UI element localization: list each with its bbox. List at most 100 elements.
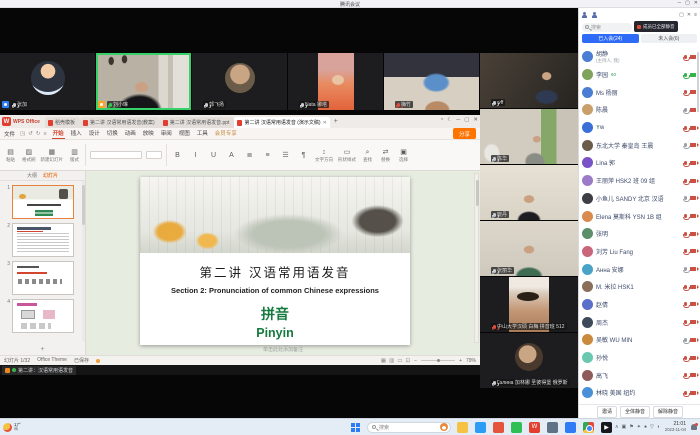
camera-status-icon[interactable] — [690, 356, 696, 360]
participant-row[interactable]: 张明 — [579, 225, 700, 243]
camera-status-icon[interactable] — [690, 55, 696, 59]
taskbar-app-icon[interactable] — [457, 422, 468, 433]
ribbon-tab[interactable]: 动画 — [124, 128, 137, 139]
participant-row[interactable]: 周杰 — [579, 313, 700, 331]
ribbon-button[interactable]: ▥版式 — [68, 148, 81, 163]
taskbar-app-icon[interactable] — [565, 422, 576, 433]
ribbon-button[interactable]: ≡ — [261, 148, 274, 163]
panel-tab[interactable]: 已入会(24) — [582, 34, 639, 43]
panel-tab[interactable]: 未入会(6) — [641, 34, 698, 43]
participant-row[interactable]: 王丽萍 HSK2 班 09 组 — [579, 172, 700, 190]
camera-status-icon[interactable] — [690, 143, 696, 147]
ribbon-button[interactable]: ≣ — [243, 148, 256, 163]
participant-row[interactable]: Анна 安娜 — [579, 260, 700, 278]
video-tile[interactable]: 张加 — [0, 53, 95, 110]
mic-status-icon[interactable] — [684, 267, 687, 271]
participant-scrollbar[interactable] — [697, 52, 699, 112]
ribbon-tab[interactable]: 工具 — [196, 128, 209, 139]
quick-access-icon[interactable]: ↻ — [36, 131, 41, 137]
mic-status-icon[interactable] — [684, 179, 687, 183]
wps-window-control[interactable]: ─ — [456, 117, 460, 123]
mic-status-icon[interactable] — [684, 356, 687, 360]
slides-tab[interactable]: 幻灯片 — [43, 172, 58, 179]
camera-status-icon[interactable] — [690, 179, 696, 183]
video-tile[interactable]: 郭飞扬 — [192, 53, 287, 110]
view-mode-icon[interactable]: ▭ — [397, 358, 402, 364]
taskbar-app-icon[interactable] — [511, 422, 522, 433]
wps-window-control[interactable]: ✕ — [473, 117, 478, 123]
minimize-button[interactable]: ─ — [678, 0, 682, 6]
ribbon-button[interactable]: ⌕查找 — [361, 148, 374, 163]
panel-header-control[interactable]: ≡ — [694, 12, 697, 18]
slide-thumbnail-row[interactable]: 4 — [2, 299, 83, 333]
tray-icon[interactable]: ▣ — [622, 424, 627, 430]
video-tile[interactable]: 刘小琳 — [96, 53, 191, 110]
new-tab-button[interactable]: + — [334, 118, 338, 125]
participant-row[interactable]: 小鱼儿 SANDY 北京 汉语 — [579, 190, 700, 208]
taskbar-search-input[interactable]: 搜索 — [367, 422, 451, 433]
ribbon-tab[interactable]: 视图 — [178, 128, 191, 139]
wps-window-control[interactable]: ◔ — [440, 117, 443, 123]
ribbon-tab[interactable]: 审阅 — [160, 128, 173, 139]
taskbar-app-icon[interactable] — [583, 422, 594, 433]
participant-row[interactable]: 胡静 (主持人, 我) — [579, 48, 700, 66]
panel-footer-button[interactable]: 解除静音 — [653, 406, 683, 418]
slide-thumbnail[interactable] — [12, 185, 74, 219]
slide-thumbnail-row[interactable]: 1 — [2, 185, 83, 219]
mic-status-icon[interactable] — [684, 143, 687, 147]
taskbar-app-icon[interactable] — [547, 422, 558, 433]
mic-status-icon[interactable] — [684, 73, 687, 77]
ribbon-button[interactable]: ▣选择 — [397, 148, 410, 163]
participant-search-input[interactable]: 搜索 — [582, 23, 632, 32]
video-tile[interactable]: 张丽华 — [480, 221, 578, 276]
video-tile[interactable]: 陈华 — [480, 109, 578, 164]
participant-row[interactable]: Yw — [579, 119, 700, 137]
video-tile[interactable]: wff — [480, 53, 578, 108]
document-tab[interactable]: 第二讲 汉语常用语发音(教案) — [80, 117, 160, 128]
participant-row[interactable]: Elena 莫斯科 YSN 1B 组 — [579, 207, 700, 225]
mic-status-icon[interactable] — [684, 285, 687, 289]
participant-row[interactable]: 高飞 — [579, 366, 700, 384]
close-button[interactable]: ✕ — [694, 0, 698, 6]
shared-taskbar-app-button[interactable]: 第二讲：汉语常用语发音 — [2, 366, 76, 375]
camera-status-icon[interactable] — [690, 320, 696, 324]
tray-icon[interactable]: ▽ — [650, 424, 654, 430]
slide-thumbnail-row[interactable]: 2 — [2, 223, 83, 257]
mic-status-icon[interactable] — [684, 373, 687, 377]
camera-status-icon[interactable] — [690, 249, 696, 253]
weather-widget[interactable]: 17° 晴 — [3, 423, 21, 432]
video-tile[interactable]: Галина 加林娜 圣彼得堡 俄罗斯 — [480, 333, 578, 388]
taskbar-app-icon[interactable]: ▶ — [601, 422, 612, 433]
participant-row[interactable]: 东北大学 秦皇岛 王晨 — [579, 136, 700, 154]
tray-icon[interactable]: ● — [644, 424, 647, 430]
zoom-in-button[interactable]: + — [459, 358, 462, 364]
panel-scrollbar[interactable] — [82, 181, 85, 341]
camera-status-icon[interactable] — [690, 161, 696, 165]
add-slide-button[interactable]: + — [0, 346, 85, 353]
ribbon-tab[interactable]: 切换 — [106, 128, 119, 139]
mic-status-icon[interactable] — [684, 249, 687, 253]
tab-close-icon[interactable]: ✕ — [323, 120, 327, 126]
ribbon-button[interactable]: ▭形状样式 — [338, 148, 356, 163]
mic-status-icon[interactable] — [684, 196, 687, 200]
view-mode-icon[interactable]: ▦ — [381, 358, 386, 364]
ribbon-button[interactable]: ☰ — [279, 148, 292, 163]
ribbon-button[interactable]: ¶ — [297, 148, 310, 163]
mic-status-icon[interactable] — [684, 338, 687, 342]
outline-tab[interactable]: 大纲 — [27, 172, 37, 179]
participant-row[interactable]: 陈晨 — [579, 101, 700, 119]
ribbon-button[interactable]: I — [189, 148, 202, 163]
slide-thumbnail[interactable] — [12, 223, 74, 257]
ribbon-button[interactable]: U — [207, 148, 220, 163]
participant-row[interactable]: М. 米拉 HSK1 — [579, 278, 700, 296]
mic-status-icon[interactable] — [684, 55, 687, 59]
mic-status-icon[interactable] — [684, 126, 687, 130]
participant-row[interactable]: 林晓 美国 纽约 — [579, 384, 700, 402]
camera-status-icon[interactable] — [690, 126, 696, 130]
view-mode-icon[interactable]: ▥ — [389, 358, 394, 364]
slide-thumbnail-row[interactable]: 3 — [2, 261, 83, 295]
mic-status-icon[interactable] — [684, 232, 687, 236]
document-tab[interactable]: 第二讲 汉语常用语发音 (演示文稿) ✕ — [234, 117, 329, 128]
participant-row[interactable]: Lina 郭 — [579, 154, 700, 172]
mic-status-icon[interactable] — [684, 320, 687, 324]
